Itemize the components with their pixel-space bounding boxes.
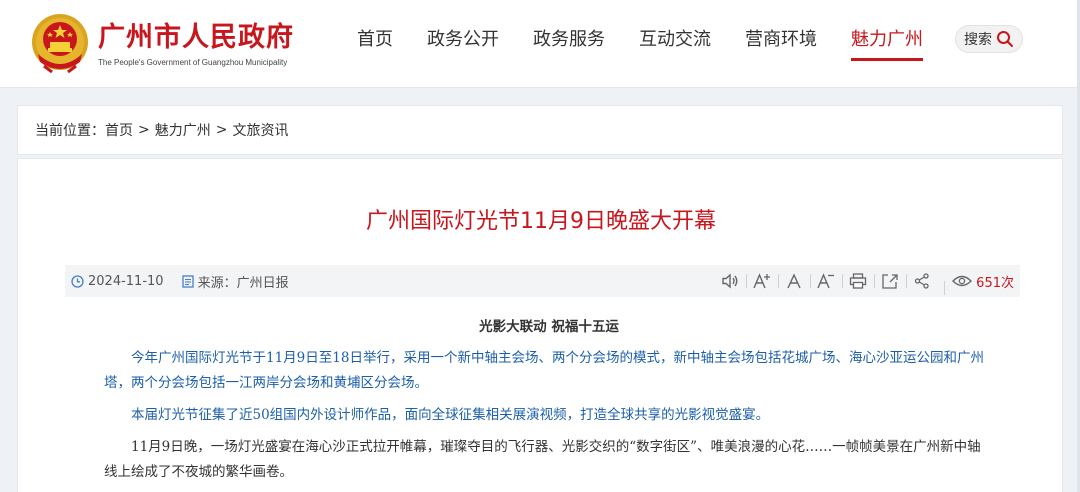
article-source: 来源：广州日报 [181, 272, 289, 291]
nav-home[interactable]: 首页 [340, 0, 410, 88]
nav-government-services[interactable]: 政务服务 [516, 0, 622, 88]
nav-interaction[interactable]: 互动交流 [622, 0, 728, 88]
breadcrumb-home[interactable]: 首页 [105, 120, 133, 140]
eye-icon [952, 275, 973, 287]
site-title: 广州市人民政府 [98, 21, 294, 53]
article-paragraph: 11月9日晚，一场灯光盛宴在海心沙正式拉开帷幕，璀璨夺目的飞行器、光影交织的“数… [104, 439, 981, 480]
article-container: 广州国际灯光节11月9日晚盛大开幕 2024-11-10 来源：广州日报 651… [17, 158, 1063, 492]
document-icon [181, 274, 194, 288]
breadcrumb: 当前位置： 首页 > 魅力广州 > 文旅资讯 [17, 105, 1063, 155]
nav-government-affairs[interactable]: 政务公开 [410, 0, 516, 88]
article-body: 光影大联动 祝福十五运 今年广州国际灯光节于11月9日至18日举行，采用一个新中… [104, 315, 994, 492]
publish-date-text: 2024-11-10 [88, 273, 164, 289]
breadcrumb-charm-guangzhou[interactable]: 魅力广州 [155, 120, 211, 140]
breadcrumb-separator: > [138, 122, 150, 138]
article-subhead: 光影大联动 祝福十五运 [479, 319, 619, 335]
font-decrease-button[interactable] [810, 265, 842, 297]
national-emblem-icon [32, 14, 88, 74]
share-button[interactable] [906, 265, 938, 297]
share-export-icon [882, 274, 898, 289]
search-button[interactable]: 搜索 [955, 25, 1023, 53]
article-paragraph: 今年广州国际灯光节于11月9日至18日举行，采用一个新中轴主会场、两个分会场的模… [104, 350, 984, 391]
breadcrumb-separator: > [215, 122, 228, 138]
article-paragraph: 本届灯光节征集了近50组国内外设计师作品，面向全球征集相关展演视频，打造全球共享… [131, 407, 770, 423]
site-header: 广州市人民政府 The People's Government of Guang… [0, 0, 1080, 88]
speaker-icon [722, 273, 738, 289]
publish-date: 2024-11-10 [71, 274, 164, 289]
article-source-text: 来源：广州日报 [197, 275, 289, 291]
article-title: 广州国际灯光节11月9日晚盛大开幕 [366, 209, 716, 234]
font-decrease-icon [817, 273, 835, 289]
article-toolbar: 651次 [714, 265, 1014, 297]
nav-charm-guangzhou[interactable]: 魅力广州 [834, 0, 940, 88]
print-button[interactable] [842, 265, 874, 297]
read-aloud-button[interactable] [714, 265, 746, 297]
view-count: 651次 [944, 272, 1014, 295]
main-nav: 首页 政务公开 政务服务 互动交流 营商环境 魅力广州 [340, 0, 940, 88]
site-logo[interactable]: 广州市人民政府 The People's Government of Guang… [30, 12, 294, 74]
article-meta-bar: 2024-11-10 来源：广州日报 651次 [65, 265, 1020, 297]
site-subtitle: The People's Government of Guangzhou Mun… [98, 57, 288, 67]
breadcrumb-culture-tourism[interactable]: 文旅资讯 [232, 120, 288, 140]
font-normal-button[interactable] [778, 265, 810, 297]
export-button[interactable] [874, 265, 906, 297]
print-icon [850, 273, 867, 289]
view-count-text: 651次 [976, 275, 1014, 291]
search-label: 搜索 [964, 32, 992, 48]
font-normal-icon [787, 273, 801, 289]
clock-icon [71, 274, 84, 288]
font-increase-button[interactable] [746, 265, 778, 297]
magnifier-icon [997, 31, 1013, 47]
font-increase-icon [753, 273, 771, 289]
share-icon [915, 273, 929, 289]
breadcrumb-prefix: 当前位置： [35, 123, 105, 139]
nav-business-environment[interactable]: 营商环境 [728, 0, 834, 88]
